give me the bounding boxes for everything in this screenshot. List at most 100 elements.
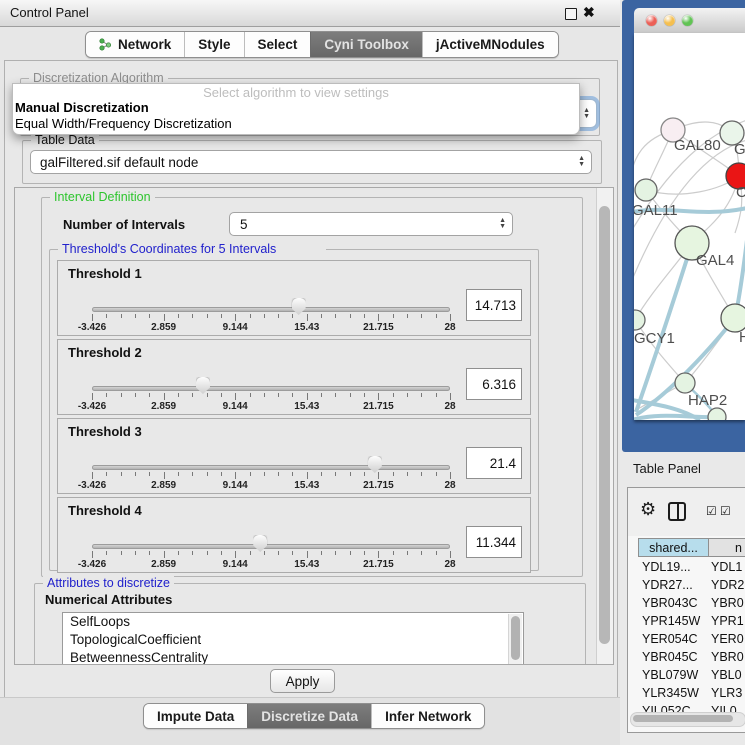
- slider-thumb[interactable]: [368, 456, 382, 473]
- threshold-value-field[interactable]: 14.713: [466, 289, 522, 321]
- tab-impute-data[interactable]: Impute Data: [144, 704, 247, 728]
- table-cell-shared-name[interactable]: YDL19...: [642, 558, 708, 576]
- table-cell-name[interactable]: YPR1: [711, 612, 745, 630]
- table-cell-shared-name[interactable]: YDR27...: [642, 576, 708, 594]
- slider-tick-label: 2.859: [151, 322, 176, 333]
- tab-discretize-data[interactable]: Discretize Data: [247, 704, 371, 728]
- list-item[interactable]: SelfLoops: [63, 613, 523, 631]
- network-edge[interactable]: [646, 176, 739, 194]
- slider-track[interactable]: [92, 544, 450, 549]
- table-cell-name[interactable]: YER0: [711, 630, 745, 648]
- tab-infer-network[interactable]: Infer Network: [371, 704, 484, 728]
- slider-tick-label: 28: [444, 401, 455, 412]
- network-node-label: C: [736, 184, 745, 201]
- table-cell-shared-name[interactable]: YBR043C: [642, 594, 708, 612]
- attributes-to-discretize-group: Attributes to discretize Numerical Attri…: [34, 583, 586, 665]
- gear-icon[interactable]: ⚙: [640, 499, 656, 520]
- traffic-light-zoom-icon[interactable]: [682, 15, 693, 26]
- list-item[interactable]: BetweennessCentrality: [63, 649, 523, 665]
- tab-network[interactable]: Network: [86, 32, 184, 57]
- slider-tick-label: 15.43: [294, 401, 319, 412]
- slider-tick-label: -3.426: [78, 559, 106, 570]
- checkbox-icon[interactable]: ☑: [706, 504, 717, 518]
- slider-track[interactable]: [92, 465, 450, 470]
- network-window-titlebar[interactable]: [634, 8, 745, 34]
- dropdown-option-equal-width[interactable]: Equal Width/Frequency Discretization: [15, 116, 232, 131]
- combo-stepper-icon: ▲▼: [583, 108, 590, 120]
- threshold-value-field[interactable]: 6.316: [466, 368, 522, 400]
- network-node-label: HAP2: [688, 392, 727, 409]
- slider-tick-label: 2.859: [151, 401, 176, 412]
- table-cell-name[interactable]: YBL0: [711, 666, 745, 684]
- network-node-label: GAL4: [696, 252, 734, 269]
- slider-tick-label: 21.715: [363, 401, 394, 412]
- numerical-attributes-list[interactable]: SelfLoopsTopologicalCoefficientBetweenne…: [62, 612, 524, 665]
- slider-ticks: [58, 551, 530, 559]
- vertical-scrollbar[interactable]: [596, 188, 613, 664]
- column-header-shared-name[interactable]: shared...: [638, 538, 709, 557]
- slider-tick-label: 9.144: [223, 559, 248, 570]
- table-panel-title: Table Panel: [633, 461, 701, 476]
- table-cell-name[interactable]: YBR0: [711, 648, 745, 666]
- slider-tick-label: -3.426: [78, 322, 106, 333]
- horizontal-scrollbar[interactable]: [630, 712, 745, 727]
- traffic-light-close-icon[interactable]: [646, 15, 657, 26]
- network-node[interactable]: [634, 310, 645, 330]
- dropdown-option-manual[interactable]: Manual Discretization: [15, 100, 149, 115]
- slider-thumb[interactable]: [292, 298, 306, 315]
- slider-thumb[interactable]: [196, 377, 210, 394]
- network-node[interactable]: [721, 304, 745, 332]
- table-cell-shared-name[interactable]: YER054C: [642, 630, 708, 648]
- network-edge[interactable]: [634, 416, 717, 420]
- network-node-label: GCY1: [634, 330, 675, 347]
- tab-cyni-toolbox[interactable]: Cyni Toolbox: [310, 32, 422, 57]
- combo-stepper-icon: ▲▼: [578, 156, 585, 168]
- network-node[interactable]: [635, 179, 657, 201]
- list-scrollbar[interactable]: [508, 614, 522, 665]
- threshold-value-field[interactable]: 21.4: [466, 447, 522, 479]
- close-icon[interactable]: ✖: [583, 4, 595, 21]
- threshold-label: Threshold 1: [68, 266, 142, 281]
- table-cell-name[interactable]: YDR2: [711, 576, 745, 594]
- apply-button[interactable]: Apply: [270, 669, 335, 693]
- slider-tick-label: 28: [444, 480, 455, 491]
- tab-jactivemnodules[interactable]: jActiveMNodules: [422, 32, 558, 57]
- threshold-value-field[interactable]: 11.344: [466, 526, 522, 558]
- threshold-panel: Threshold 4-3.4262.8599.14415.4321.71528…: [57, 497, 531, 573]
- column-header-name[interactable]: n: [708, 538, 745, 557]
- table-cell-shared-name[interactable]: YBL079W: [642, 666, 708, 684]
- list-item[interactable]: TopologicalCoefficient: [63, 631, 523, 649]
- slider-thumb[interactable]: [253, 535, 267, 552]
- network-view-canvas[interactable]: GAL80GACGAL11GAL4GCY1HHAP2: [634, 33, 745, 420]
- slider-tick-label: -3.426: [78, 401, 106, 412]
- number-of-intervals-combobox[interactable]: 5 ▲▼: [229, 212, 513, 236]
- network-node[interactable]: [708, 408, 726, 420]
- slider-tick-label: 15.43: [294, 480, 319, 491]
- scrollbar-thumb[interactable]: [633, 715, 733, 722]
- table-panel: ⚙ ☑ ☑ shared... n YDL19...YDL1YDR27...YD…: [627, 487, 745, 733]
- slider-track[interactable]: [92, 307, 450, 312]
- checkbox-icon[interactable]: ☑: [720, 504, 731, 518]
- table-cell-name[interactable]: YDL1: [711, 558, 745, 576]
- network-node-label: GA: [734, 141, 745, 158]
- cyni-bottom-tabs: Impute Data Discretize Data Infer Networ…: [143, 703, 485, 729]
- slider-track[interactable]: [92, 386, 450, 391]
- scrollbar-thumb[interactable]: [599, 206, 610, 644]
- table-cell-shared-name[interactable]: YBR045C: [642, 648, 708, 666]
- split-columns-icon[interactable]: [668, 502, 686, 521]
- table-cell-name[interactable]: YLR3: [711, 684, 745, 702]
- threshold-panel: Threshold 1-3.4262.8599.14415.4321.71528…: [57, 260, 531, 336]
- tab-select[interactable]: Select: [244, 32, 311, 57]
- table-cell-shared-name[interactable]: YPR145W: [642, 612, 708, 630]
- float-window-icon[interactable]: [565, 8, 577, 20]
- panel-title: Control Panel: [10, 0, 89, 26]
- table-cell-shared-name[interactable]: YLR345W: [642, 684, 708, 702]
- tab-style[interactable]: Style: [184, 32, 243, 57]
- threshold-label: Threshold 2: [68, 345, 142, 360]
- network-node[interactable]: [675, 373, 695, 393]
- slider-tick-label: 2.859: [151, 559, 176, 570]
- traffic-light-minimize-icon[interactable]: [664, 15, 675, 26]
- table-cell-name[interactable]: YBR0: [711, 594, 745, 612]
- algorithm-dropdown-popup: Select algorithm to view settings Manual…: [12, 83, 580, 135]
- table-data-combobox[interactable]: galFiltered.sif default node ▲▼: [30, 150, 592, 174]
